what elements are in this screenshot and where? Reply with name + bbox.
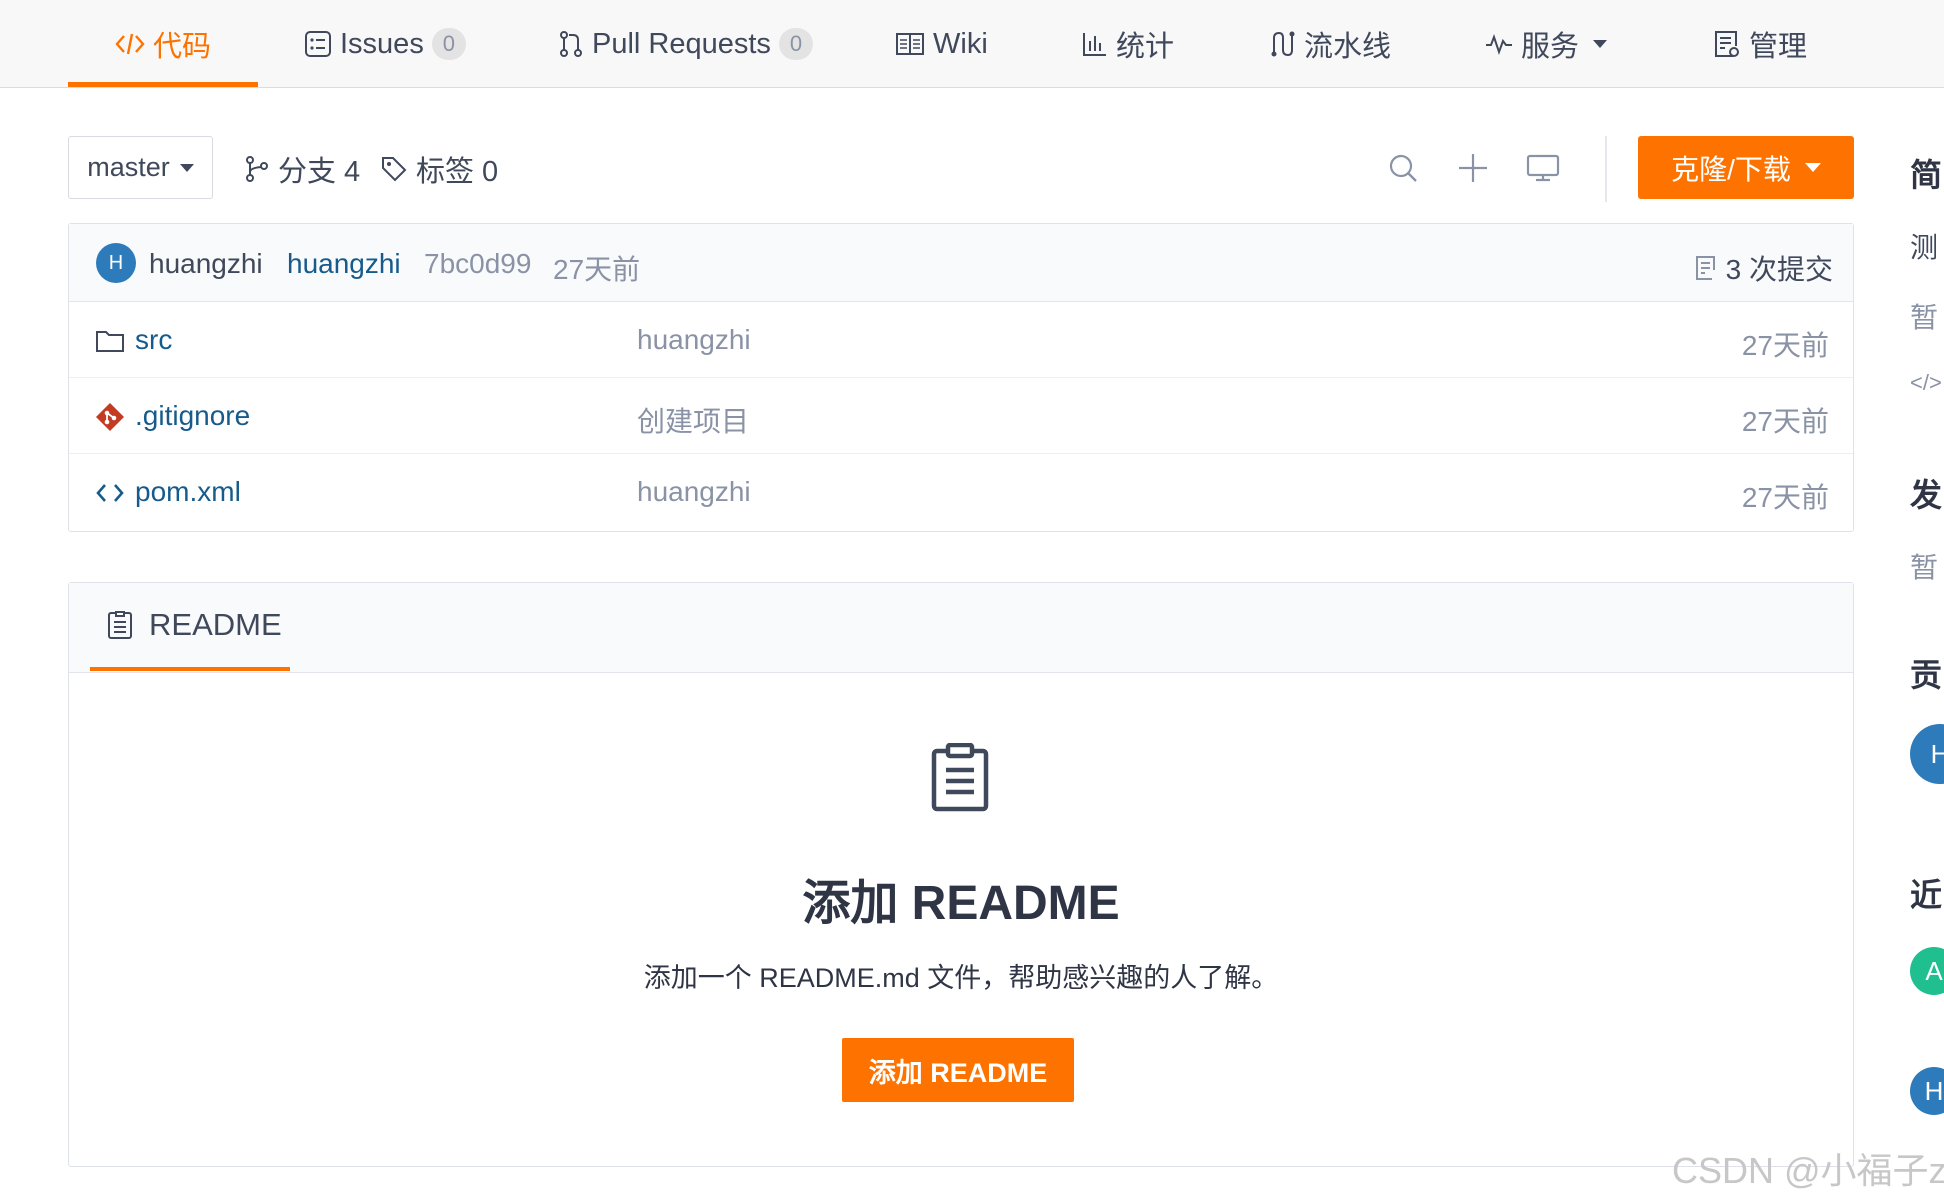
issues-icon xyxy=(305,31,331,57)
commit-list-icon xyxy=(1695,256,1715,280)
code-icon xyxy=(115,33,145,55)
tab-pull-requests[interactable]: Pull Requests 0 xyxy=(558,0,813,88)
file-name[interactable]: .gitignore xyxy=(135,400,250,432)
issues-count-badge: 0 xyxy=(431,28,466,60)
active-tab-indicator xyxy=(90,667,290,671)
file-name[interactable]: pom.xml xyxy=(135,476,241,508)
readme-header: README xyxy=(69,583,1853,673)
tab-wiki-label: Wiki xyxy=(933,27,988,60)
tags-link[interactable]: 标签 0 xyxy=(380,148,498,190)
tab-services[interactable]: 服务 xyxy=(1485,0,1608,88)
branch-selector[interactable]: master xyxy=(68,136,213,199)
latest-commit-bar: H huangzhi huangzhi 7bc0d99 27天前 3 次提交 xyxy=(69,224,1853,302)
tab-code[interactable]: 代码 xyxy=(115,0,211,88)
add-readme-button[interactable]: 添加 README xyxy=(842,1038,1074,1102)
file-time: 27天前 xyxy=(1741,482,1829,513)
monitor-icon xyxy=(1526,154,1560,182)
file-time: 27天前 xyxy=(1741,330,1829,361)
file-row[interactable]: .gitignore 创建项目 27天前 xyxy=(69,378,1853,454)
wiki-icon xyxy=(896,33,924,55)
commit-hash[interactable]: 7bc0d99 xyxy=(424,248,531,280)
repo-nav: 代码 Issues 0 Pull Requests 0 Wiki 统计 流水线 … xyxy=(0,0,1944,88)
pull-requests-count-badge: 0 xyxy=(778,28,813,60)
tab-issues-label: Issues xyxy=(340,27,424,60)
commit-count-link[interactable]: 3 次提交 xyxy=(1694,248,1833,288)
file-row[interactable]: pom.xml huangzhi 27天前 xyxy=(69,454,1853,530)
folder-icon xyxy=(96,331,124,352)
avatar[interactable]: H xyxy=(1910,1067,1944,1115)
git-icon xyxy=(96,403,124,431)
tab-stats[interactable]: 统计 xyxy=(1082,0,1174,88)
sidebar-intro-heading: 简 xyxy=(1910,157,1943,193)
stats-icon xyxy=(1083,33,1106,56)
readme-document-icon xyxy=(931,743,989,812)
search-button[interactable] xyxy=(1385,150,1421,186)
file-row[interactable]: src huangzhi 27天前 xyxy=(69,302,1853,378)
new-file-button[interactable] xyxy=(1455,150,1491,186)
web-ide-button[interactable] xyxy=(1525,150,1561,186)
repo-page: 代码 Issues 0 Pull Requests 0 Wiki 统计 流水线 … xyxy=(0,0,1944,1195)
sidebar-contributors-heading: 贡 xyxy=(1910,657,1943,693)
pipeline-icon xyxy=(1271,31,1295,57)
sidebar-intro-text: 测 xyxy=(1910,232,1939,263)
file-name[interactable]: src xyxy=(135,324,172,356)
sidebar-recent-heading: 近 xyxy=(1910,877,1943,913)
active-tab-indicator xyxy=(68,82,258,87)
service-icon xyxy=(1486,34,1512,56)
tab-manage[interactable]: 管理 xyxy=(1713,0,1807,88)
tab-pipeline[interactable]: 流水线 xyxy=(1268,0,1391,88)
commit-message[interactable]: huangzhi xyxy=(287,248,401,280)
chevron-down-icon xyxy=(1593,40,1608,48)
tab-manage-label: 管理 xyxy=(1749,31,1808,63)
chevron-down-icon xyxy=(1804,163,1821,172)
readme-tab-label: README xyxy=(149,607,282,642)
toolbar-divider xyxy=(1605,136,1607,202)
tab-issues[interactable]: Issues 0 xyxy=(304,0,466,88)
tag-icon xyxy=(382,157,407,182)
code-file-icon xyxy=(96,484,124,502)
tab-readme[interactable]: README xyxy=(107,607,282,643)
readme-empty-description: 添加一个 README.md 文件，帮助感兴趣的人了解。 xyxy=(643,963,1279,993)
watermark: CSDN @小福子z xyxy=(1672,1150,1944,1191)
tab-wiki[interactable]: Wiki xyxy=(895,0,988,88)
sidebar-release-empty: 暂 xyxy=(1910,552,1939,583)
tags-label: 标签 0 xyxy=(416,156,499,188)
chevron-down-icon xyxy=(179,163,194,172)
document-icon xyxy=(108,611,132,639)
file-commit-message[interactable]: huangzhi xyxy=(637,324,751,356)
readme-panel: README 添加 README 添加一个 README.md 文件，帮助感兴趣… xyxy=(68,582,1854,1167)
file-commit-message[interactable]: 创建项目 xyxy=(637,400,749,440)
commit-time: 27天前 xyxy=(553,254,641,285)
commit-count-label: 3 次提交 xyxy=(1725,254,1833,285)
tab-services-label: 服务 xyxy=(1521,31,1580,63)
branch-name: master xyxy=(87,152,170,182)
branch-icon xyxy=(246,156,268,182)
readme-empty-title: 添加 README xyxy=(802,877,1120,930)
tab-pull-requests-label: Pull Requests xyxy=(592,27,771,60)
clone-download-label: 克隆/下载 xyxy=(1671,153,1791,185)
avatar[interactable]: H xyxy=(1910,724,1944,784)
commit-author[interactable]: huangzhi xyxy=(149,248,263,280)
code-symbol-icon: </> xyxy=(1910,370,1942,395)
avatar[interactable]: A xyxy=(1910,947,1944,995)
pull-request-icon xyxy=(560,31,582,57)
sidebar-release-heading: 发 xyxy=(1910,477,1943,513)
file-commit-message[interactable]: huangzhi xyxy=(637,476,751,508)
sidebar-intro-empty: 暂 xyxy=(1910,302,1939,333)
file-time: 27天前 xyxy=(1741,406,1829,437)
clone-download-button[interactable]: 克隆/下载 xyxy=(1638,136,1854,199)
tab-stats-label: 统计 xyxy=(1116,31,1175,63)
manage-icon xyxy=(1715,31,1739,57)
branches-label: 分支 4 xyxy=(278,156,361,188)
search-icon xyxy=(1389,154,1417,182)
tab-code-label: 代码 xyxy=(153,31,212,63)
plus-icon xyxy=(1459,154,1487,182)
file-list: H huangzhi huangzhi 7bc0d99 27天前 3 次提交 s… xyxy=(68,223,1854,532)
tab-pipeline-label: 流水线 xyxy=(1304,31,1392,63)
branches-link[interactable]: 分支 4 xyxy=(244,148,360,190)
avatar[interactable]: H xyxy=(96,243,136,283)
